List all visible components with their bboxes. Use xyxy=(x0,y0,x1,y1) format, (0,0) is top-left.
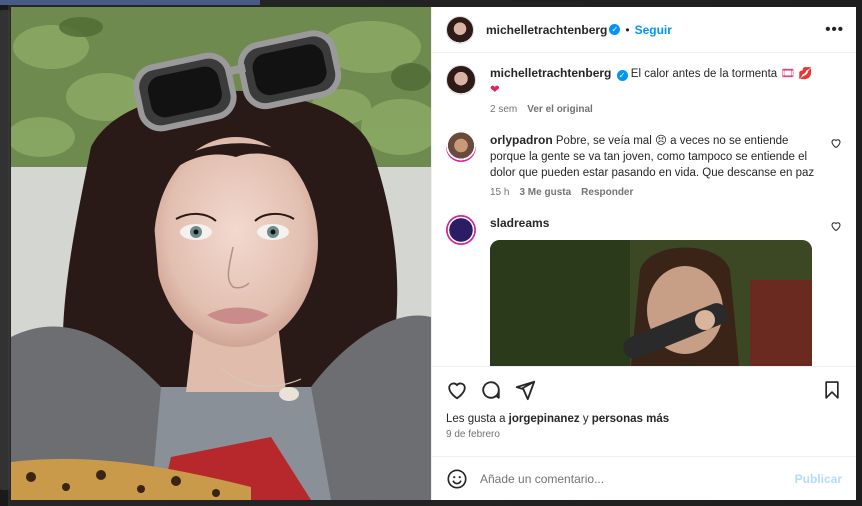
comment-username[interactable]: orlypadron xyxy=(490,133,553,147)
liked-by-user[interactable]: jorgepinanez xyxy=(509,413,580,425)
comment-body: sladreams xyxy=(490,215,842,366)
verified-icon: ✓ xyxy=(609,24,621,35)
action-bar: Les gusta a jorgepinanez y personas más … xyxy=(432,366,856,456)
emoji-icon[interactable] xyxy=(446,468,468,490)
comment-avatar[interactable] xyxy=(446,215,476,245)
caption-body: michelletrachtenberg ✓ El calor antes de… xyxy=(490,65,842,118)
verified-icon: ✓ xyxy=(616,70,628,81)
comment-icon[interactable] xyxy=(480,379,502,401)
post-header: michelletrachtenberg ✓ • Seguir ••• xyxy=(432,7,856,53)
publish-button[interactable]: Publicar xyxy=(795,472,842,486)
follow-button[interactable]: Seguir xyxy=(635,23,672,37)
caption-age: 2 sem xyxy=(490,104,518,115)
bookmark-icon[interactable] xyxy=(822,379,842,401)
more-options-icon[interactable]: ••• xyxy=(825,21,844,38)
background-column xyxy=(0,10,10,490)
see-original-link[interactable]: Ver el original xyxy=(527,102,593,118)
heart-icon[interactable] xyxy=(446,379,468,401)
action-icons xyxy=(446,377,842,403)
caption-meta: 2 sem Ver el original xyxy=(490,102,824,118)
comment-input[interactable] xyxy=(480,471,783,486)
post-modal: michelletrachtenberg ✓ • Seguir ••• mich… xyxy=(11,7,856,500)
comment-likes[interactable]: 3 Me gusta xyxy=(519,185,571,201)
reply-button[interactable]: Responder xyxy=(581,185,633,201)
caption-username[interactable]: michelletrachtenberg xyxy=(490,66,611,80)
likes-prefix: Les gusta a xyxy=(446,413,506,425)
likes-others[interactable]: personas más xyxy=(592,413,669,425)
caption: michelletrachtenberg ✓ El calor antes de… xyxy=(446,65,842,118)
post-sidebar: michelletrachtenberg ✓ • Seguir ••• mich… xyxy=(431,7,856,500)
caption-avatar[interactable] xyxy=(446,65,476,95)
background-strip xyxy=(0,0,260,5)
share-icon[interactable] xyxy=(514,379,536,401)
likes-mid: y xyxy=(582,413,589,425)
comment-body: orlypadron Pobre, se veía mal 😣 a veces … xyxy=(490,132,842,201)
post-date: 9 de febrero xyxy=(446,429,500,440)
author-avatar[interactable] xyxy=(446,15,474,44)
comment-gif[interactable] xyxy=(490,240,812,366)
comments-list[interactable]: michelletrachtenberg ✓ El calor antes de… xyxy=(432,53,856,366)
author-username[interactable]: michelletrachtenberg xyxy=(486,23,607,37)
separator-dot: • xyxy=(625,22,630,37)
comment-composer: Publicar xyxy=(432,456,856,500)
comment-age: 15 h xyxy=(490,187,510,198)
gif-frame xyxy=(490,240,812,366)
comment-like-heart-icon[interactable] xyxy=(830,220,842,232)
post-photo xyxy=(11,7,431,500)
comment-meta: 15 h 3 Me gusta Responder xyxy=(490,185,824,201)
post-image[interactable] xyxy=(11,7,431,500)
caption-text: El calor antes de la tormenta xyxy=(630,68,778,80)
likes-summary: Les gusta a jorgepinanez y personas más xyxy=(446,413,842,425)
comment-avatar[interactable] xyxy=(446,132,476,162)
comment-item: sladreams xyxy=(446,215,842,366)
comment-like-heart-icon[interactable] xyxy=(830,137,842,149)
comment-item: orlypadron Pobre, se veía mal 😣 a veces … xyxy=(446,132,842,201)
comment-username[interactable]: sladreams xyxy=(490,216,549,230)
